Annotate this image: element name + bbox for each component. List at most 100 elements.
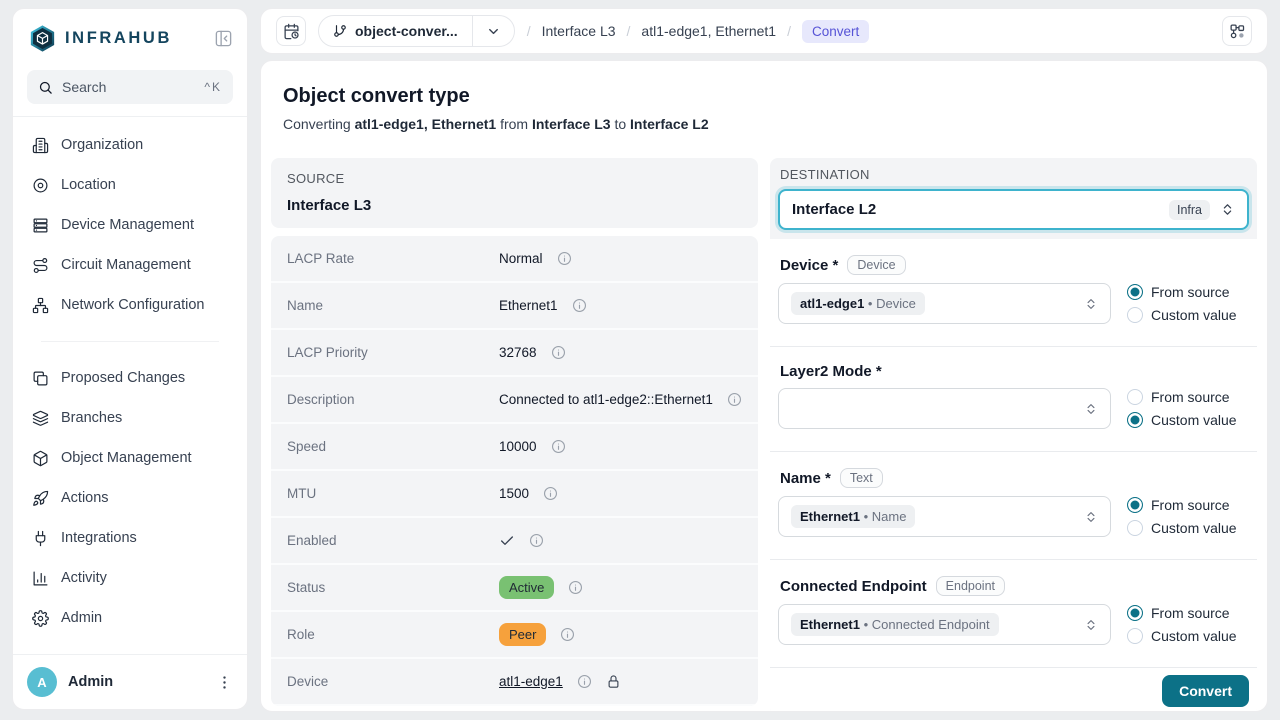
branch-dropdown-toggle[interactable] [472, 16, 514, 46]
field-body: atl1-edge1 • Device From source Custom val… [778, 283, 1249, 324]
destination-type-select[interactable]: Interface L2 Infra [778, 189, 1249, 230]
source-row-value: Peer [499, 623, 575, 646]
radio-custom-value-control[interactable] [1127, 307, 1143, 323]
breadcrumb-item[interactable]: Convert [802, 20, 869, 43]
field-label: Device * [780, 257, 838, 274]
info-icon[interactable] [551, 345, 566, 360]
sidebar-item-device-management[interactable]: Device Management [23, 205, 237, 245]
source-row: Deviceatl1-edge1 [271, 659, 758, 706]
sidebar-collapse-icon[interactable] [214, 29, 233, 48]
attribute-value: 32768 [499, 345, 537, 360]
breadcrumb-separator: / [787, 23, 791, 39]
field-select[interactable] [778, 388, 1111, 429]
radio-from-source-control[interactable] [1127, 389, 1143, 405]
info-icon[interactable] [572, 298, 587, 313]
sidebar-item-location[interactable]: Location [23, 165, 237, 205]
destination-panel: DESTINATION Interface L2 Infra Device *D… [770, 158, 1257, 712]
breadcrumb-item[interactable]: Interface L3 [542, 23, 616, 39]
field-label: Name * [780, 470, 831, 487]
info-icon[interactable] [560, 627, 575, 642]
divider [13, 116, 247, 117]
radio-from-source[interactable]: From source [1127, 389, 1249, 405]
branch-selector[interactable]: object-conver... [318, 15, 515, 47]
git-branch-icon [333, 24, 347, 38]
radio-from-source-control[interactable] [1127, 497, 1143, 513]
radio-custom-value-control[interactable] [1127, 520, 1143, 536]
sidebar-nav: OrganizationLocationDevice ManagementCir… [13, 119, 247, 638]
circle-dot-icon [32, 177, 49, 194]
selected-value-chip: Ethernet1 • Connected Endpoint [791, 613, 999, 636]
source-row-label: LACP Priority [287, 345, 499, 360]
source-panel-header: SOURCE Interface L3 [271, 158, 758, 228]
schema-workflow-button[interactable] [1222, 16, 1252, 46]
sidebar-item-circuit-management[interactable]: Circuit Management [23, 245, 237, 285]
branch-selector-value[interactable]: object-conver... [319, 16, 472, 46]
convert-button[interactable]: Convert [1162, 675, 1249, 707]
chevron-down-icon [486, 24, 501, 39]
radio-custom-value-label: Custom value [1151, 520, 1237, 536]
source-row-value: Active [499, 576, 583, 599]
sidebar-item-proposed-changes[interactable]: Proposed Changes [23, 358, 237, 398]
radio-custom-value-control[interactable] [1127, 628, 1143, 644]
sidebar-item-branches[interactable]: Branches [23, 398, 237, 438]
sidebar-item-label: Network Configuration [61, 297, 204, 313]
radio-from-source[interactable]: From source [1127, 605, 1249, 621]
source-row-label: Speed [287, 439, 499, 454]
info-icon[interactable] [727, 392, 742, 407]
source-panel: SOURCE Interface L3 LACP RateNormalNameE… [271, 158, 758, 712]
chip-name: Ethernet1 [800, 509, 860, 524]
caret-updown-icon [1084, 297, 1098, 311]
source-row-value: Connected to atl1-edge2::Ethernet1 [499, 392, 742, 407]
breadcrumb: /Interface L3/atl1-edge1, Ethernet1/Conv… [527, 20, 870, 43]
sidebar-item-object-management[interactable]: Object Management [23, 438, 237, 478]
radio-custom-value-control[interactable] [1127, 412, 1143, 428]
chip-name: atl1-edge1 [800, 296, 864, 311]
source-row: DescriptionConnected to atl1-edge2::Ethe… [271, 377, 758, 424]
search-input[interactable]: Search ^K [27, 70, 233, 104]
server-icon [32, 217, 49, 234]
source-row-label: Description [287, 392, 499, 407]
breadcrumb-item[interactable]: atl1-edge1, Ethernet1 [641, 23, 776, 39]
source-row: StatusActive [271, 565, 758, 612]
related-object-link[interactable]: atl1-edge1 [499, 674, 563, 689]
sidebar-item-label: Actions [61, 490, 109, 506]
sidebar-item-actions[interactable]: Actions [23, 478, 237, 518]
calendar-clock-icon [283, 23, 300, 40]
radio-custom-value-label: Custom value [1151, 307, 1237, 323]
field-select[interactable]: atl1-edge1 • Device [778, 283, 1111, 324]
topbar: object-conver... /Interface L3/atl1-edge… [260, 8, 1268, 54]
destination-footer: Convert [770, 668, 1257, 712]
source-row-value: atl1-edge1 [499, 674, 621, 689]
info-icon[interactable] [551, 439, 566, 454]
workflow-icon [1229, 23, 1246, 40]
radio-from-source[interactable]: From source [1127, 284, 1249, 300]
calendar-clock-button[interactable] [276, 16, 306, 46]
sidebar-item-label: Integrations [61, 530, 137, 546]
info-icon[interactable] [568, 580, 583, 595]
radio-from-source[interactable]: From source [1127, 497, 1249, 513]
sidebar-item-network-configuration[interactable]: Network Configuration [23, 285, 237, 325]
radio-custom-value[interactable]: Custom value [1127, 307, 1249, 323]
source-row-value: 10000 [499, 439, 566, 454]
field-select[interactable]: Ethernet1 • Name [778, 496, 1111, 537]
radio-from-source-control[interactable] [1127, 284, 1143, 300]
radio-custom-value[interactable]: Custom value [1127, 412, 1249, 428]
sidebar-item-activity[interactable]: Activity [23, 558, 237, 598]
radio-custom-value[interactable]: Custom value [1127, 628, 1249, 644]
field-header: Name *Text [780, 468, 1249, 488]
sidebar-item-admin[interactable]: Admin [23, 598, 237, 638]
info-icon[interactable] [557, 251, 572, 266]
info-icon[interactable] [577, 674, 592, 689]
field-select[interactable]: Ethernet1 • Connected Endpoint [778, 604, 1111, 645]
radio-from-source-control[interactable] [1127, 605, 1143, 621]
user-menu-kebab-icon[interactable] [216, 674, 233, 691]
infrahub-logo-icon [29, 25, 56, 52]
radio-custom-value[interactable]: Custom value [1127, 520, 1249, 536]
info-icon[interactable] [529, 533, 544, 548]
info-icon[interactable] [543, 486, 558, 501]
source-row-label: MTU [287, 486, 499, 501]
page-subtitle: Converting atl1-edge1, Ethernet1 from In… [283, 116, 1245, 132]
sidebar-item-organization[interactable]: Organization [23, 125, 237, 165]
sidebar-item-integrations[interactable]: Integrations [23, 518, 237, 558]
rocket-icon [32, 490, 49, 507]
